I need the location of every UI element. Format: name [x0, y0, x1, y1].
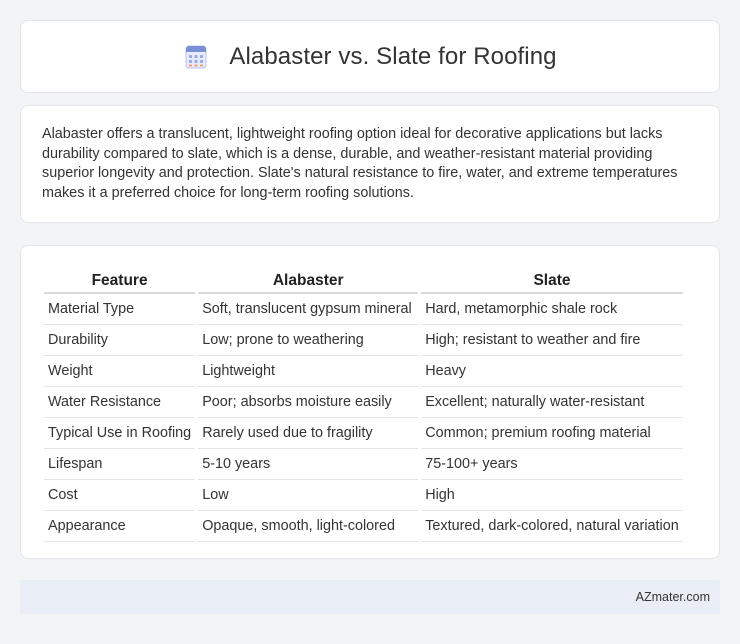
feature-cell: Cost: [44, 480, 196, 511]
slate-cell: 75-100+ years: [421, 449, 683, 480]
column-header-slate: Slate: [421, 266, 683, 294]
table-row: Lifespan 5-10 years 75-100+ years: [44, 449, 683, 480]
column-header-feature: Feature: [44, 266, 196, 294]
column-header-alabaster: Alabaster: [198, 266, 419, 294]
table-row: Water Resistance Poor; absorbs moisture …: [44, 387, 683, 418]
calculator-icon: [185, 45, 207, 68]
alabaster-cell: 5-10 years: [198, 449, 419, 480]
feature-cell: Durability: [44, 325, 196, 356]
slate-cell: Heavy: [421, 356, 683, 387]
slate-cell: High: [421, 480, 683, 511]
table-row: Typical Use in Roofing Rarely used due t…: [44, 418, 683, 449]
slate-cell: High; resistant to weather and fire: [421, 325, 683, 356]
header-card: Alabaster vs. Slate for Roofing: [20, 20, 720, 93]
table-row: Weight Lightweight Heavy: [44, 356, 683, 387]
intro-card: Alabaster offers a translucent, lightwei…: [20, 105, 720, 223]
table-row: Appearance Opaque, smooth, light-colored…: [44, 511, 683, 542]
alabaster-cell: Opaque, smooth, light-colored: [198, 511, 419, 542]
feature-cell: Appearance: [44, 511, 196, 542]
comparison-table: Feature Alabaster Slate Material Type So…: [41, 266, 686, 542]
feature-cell: Water Resistance: [44, 387, 196, 418]
table-row: Material Type Soft, translucent gypsum m…: [44, 294, 683, 325]
page-title: Alabaster vs. Slate for Roofing: [229, 42, 557, 70]
slate-cell: Textured, dark-colored, natural variatio…: [421, 511, 683, 542]
comparison-card: Feature Alabaster Slate Material Type So…: [20, 245, 720, 559]
feature-cell: Lifespan: [44, 449, 196, 480]
alabaster-cell: Low: [198, 480, 419, 511]
intro-paragraph: Alabaster offers a translucent, lightwei…: [42, 126, 678, 201]
alabaster-cell: Soft, translucent gypsum mineral: [198, 294, 419, 325]
footer-bar: AZmater.com: [20, 580, 720, 614]
table-header-row: Feature Alabaster Slate: [44, 266, 683, 294]
table-row: Cost Low High: [44, 480, 683, 511]
alabaster-cell: Lightweight: [198, 356, 419, 387]
feature-cell: Typical Use in Roofing: [44, 418, 196, 449]
feature-cell: Material Type: [44, 294, 196, 325]
header: Alabaster vs. Slate for Roofing: [183, 42, 557, 71]
alabaster-cell: Low; prone to weathering: [198, 325, 419, 356]
slate-cell: Excellent; naturally water-resistant: [421, 387, 683, 418]
slate-cell: Common; premium roofing material: [421, 418, 683, 449]
alabaster-cell: Poor; absorbs moisture easily: [198, 387, 419, 418]
slate-cell: Hard, metamorphic shale rock: [421, 294, 683, 325]
feature-cell: Weight: [44, 356, 196, 387]
footer-site-name[interactable]: AZmater.com: [636, 590, 710, 604]
table-row: Durability Low; prone to weathering High…: [44, 325, 683, 356]
alabaster-cell: Rarely used due to fragility: [198, 418, 419, 449]
